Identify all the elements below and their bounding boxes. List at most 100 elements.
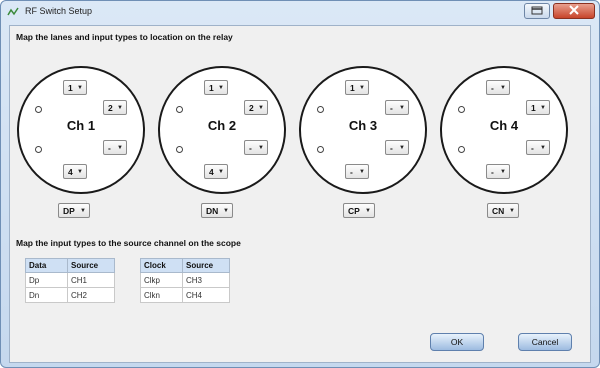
close-icon [569, 5, 579, 17]
pin [176, 146, 183, 153]
ch1-bottom-position-select[interactable]: 4 ▼ [63, 164, 87, 179]
connector-ch4-label: Ch 4 [489, 118, 519, 133]
select-value: 1 [350, 82, 355, 93]
pin [317, 106, 324, 113]
connector-ch3-label: Ch 3 [348, 118, 378, 133]
title-bar: RF Switch Setup [1, 1, 599, 23]
connector-ch3: Ch 3 1 ▼ - ▼ - ▼ - ▼ [299, 66, 427, 194]
dropdown-arrow-icon: ▼ [258, 104, 264, 111]
table-row[interactable]: Clkp CH3 [140, 272, 230, 288]
ch2-right-upper-position-select[interactable]: 2 ▼ [244, 100, 268, 115]
dropdown-arrow-icon: ▼ [365, 207, 371, 214]
select-value: - [531, 142, 534, 153]
ch3-right-lower-position-select[interactable]: - ▼ [385, 140, 409, 155]
restore-icon [531, 6, 543, 17]
table-row[interactable]: Dn CH2 [25, 287, 115, 303]
table-cell: Dp [25, 272, 68, 288]
select-value: - [350, 166, 353, 177]
pin [458, 146, 465, 153]
dropdown-arrow-icon: ▼ [359, 168, 365, 175]
data-source-table: Data Source Dp CH1 Dn CH2 [25, 258, 115, 303]
clock-source-table: Clock Source Clkp CH3 Clkn CH4 [140, 258, 230, 303]
ch2-top-position-select[interactable]: 1 ▼ [204, 80, 228, 95]
ch4-bottom-position-select[interactable]: - ▼ [486, 164, 510, 179]
table-row[interactable]: Dp CH1 [25, 272, 115, 288]
dropdown-arrow-icon: ▼ [399, 104, 405, 111]
ch4-right-upper-position-select[interactable]: 1 ▼ [526, 100, 550, 115]
dropdown-arrow-icon: ▼ [117, 144, 123, 151]
table-cell: CH4 [182, 287, 230, 303]
dropdown-arrow-icon: ▼ [359, 84, 365, 91]
ch2-bottom-position-select[interactable]: 4 ▼ [204, 164, 228, 179]
ch1-right-lower-position-select[interactable]: - ▼ [103, 140, 127, 155]
ch1-input-type-select[interactable]: DP ▼ [58, 203, 90, 218]
ok-button[interactable]: OK [430, 333, 484, 351]
pin [458, 106, 465, 113]
rf-switch-setup-window: RF Switch Setup Map the lanes and input … [0, 0, 600, 368]
ch4-input-type-select[interactable]: CN ▼ [487, 203, 519, 218]
ch1-right-upper-position-select[interactable]: 2 ▼ [103, 100, 127, 115]
table-cell: Clkn [140, 287, 183, 303]
ch3-top-position-select[interactable]: 1 ▼ [345, 80, 369, 95]
select-value: CN [492, 205, 505, 216]
select-value: 1 [531, 102, 536, 113]
select-value: - [108, 142, 111, 153]
table-header-row: Data Source [25, 258, 115, 273]
ch2-right-lower-position-select[interactable]: - ▼ [244, 140, 268, 155]
dropdown-arrow-icon: ▼ [77, 168, 83, 175]
column-header: Source [182, 258, 230, 273]
dropdown-arrow-icon: ▼ [80, 207, 86, 214]
column-header: Source [67, 258, 115, 273]
ch4-right-lower-position-select[interactable]: - ▼ [526, 140, 550, 155]
dropdown-arrow-icon: ▼ [77, 84, 83, 91]
rf-switch-icon [7, 6, 19, 18]
dropdown-arrow-icon: ▼ [218, 168, 224, 175]
dropdown-arrow-icon: ▼ [509, 207, 515, 214]
select-value: 4 [68, 166, 73, 177]
dropdown-arrow-icon: ▼ [117, 104, 123, 111]
dialog-content: Map the lanes and input types to locatio… [9, 25, 591, 363]
table-cell: Dn [25, 287, 68, 303]
select-value: - [491, 166, 494, 177]
select-value: - [491, 82, 494, 93]
select-value: 4 [209, 166, 214, 177]
ch3-input-type-select[interactable]: CP ▼ [343, 203, 375, 218]
ch2-input-type-select[interactable]: DN ▼ [201, 203, 233, 218]
pin [35, 106, 42, 113]
connector-ch1-label: Ch 1 [66, 118, 96, 133]
scope-section-label: Map the input types to the source channe… [16, 238, 241, 248]
connector-ch2-label: Ch 2 [207, 118, 237, 133]
dropdown-arrow-icon: ▼ [218, 84, 224, 91]
dropdown-arrow-icon: ▼ [258, 144, 264, 151]
ch4-top-position-select[interactable]: - ▼ [486, 80, 510, 95]
dropdown-arrow-icon: ▼ [540, 104, 546, 111]
pin [317, 146, 324, 153]
pin [35, 146, 42, 153]
column-header: Data [25, 258, 68, 273]
window-title: RF Switch Setup [25, 6, 93, 16]
ch3-right-upper-position-select[interactable]: - ▼ [385, 100, 409, 115]
dropdown-arrow-icon: ▼ [500, 168, 506, 175]
select-value: 1 [209, 82, 214, 93]
select-value: 2 [108, 102, 113, 113]
dropdown-arrow-icon: ▼ [540, 144, 546, 151]
restore-button[interactable] [524, 3, 550, 19]
select-value: DN [206, 205, 219, 216]
select-value: 2 [249, 102, 254, 113]
ch1-top-position-select[interactable]: 1 ▼ [63, 80, 87, 95]
relay-section-label: Map the lanes and input types to locatio… [16, 32, 233, 42]
select-value: - [390, 102, 393, 113]
connector-ch1: Ch 1 1 ▼ 2 ▼ - ▼ 4 ▼ [17, 66, 145, 194]
table-cell: CH2 [67, 287, 115, 303]
close-button[interactable] [553, 3, 595, 19]
table-cell: CH1 [67, 272, 115, 288]
dropdown-arrow-icon: ▼ [223, 207, 229, 214]
table-cell: CH3 [182, 272, 230, 288]
connector-ch4: Ch 4 - ▼ 1 ▼ - ▼ - ▼ [440, 66, 568, 194]
cancel-button[interactable]: Cancel [518, 333, 572, 351]
table-header-row: Clock Source [140, 258, 230, 273]
ch3-bottom-position-select[interactable]: - ▼ [345, 164, 369, 179]
table-row[interactable]: Clkn CH4 [140, 287, 230, 303]
dropdown-arrow-icon: ▼ [399, 144, 405, 151]
connector-ch2: Ch 2 1 ▼ 2 ▼ - ▼ 4 ▼ [158, 66, 286, 194]
